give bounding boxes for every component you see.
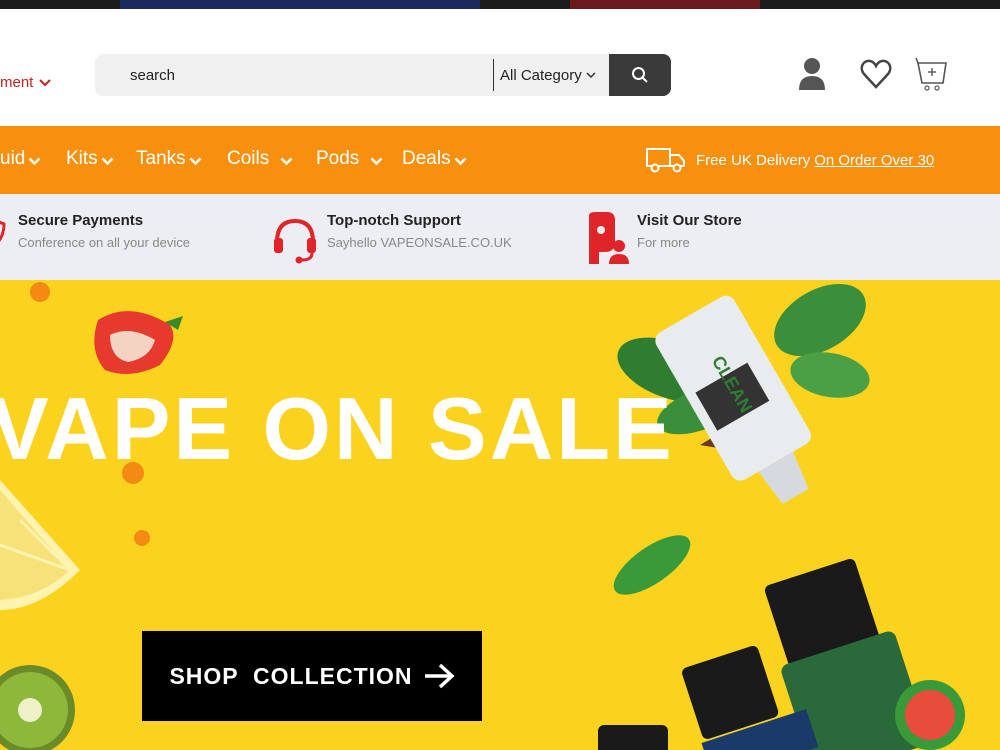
bottle-group-image xyxy=(598,558,965,750)
category-select-label: All Category xyxy=(500,66,582,84)
feature-store: Visit Our Store For more xyxy=(637,212,742,250)
nav-item-coils[interactable]: Coils xyxy=(227,148,293,170)
feature-support: Top-notch Support Sayhello VAPEONSALE.CO… xyxy=(327,212,512,250)
arrow-right-icon xyxy=(424,663,455,689)
nav-item-tanks[interactable]: Tanks xyxy=(136,148,202,170)
feature-title: Visit Our Store xyxy=(637,212,742,229)
nav-item-deals[interactable]: Deals xyxy=(402,148,467,170)
feature-subtitle: Sayhello VAPEONSALE.CO.UK xyxy=(327,235,512,250)
wishlist-button[interactable] xyxy=(858,54,894,94)
nav-item-label: Deals xyxy=(402,148,451,169)
search-divider xyxy=(493,59,494,91)
chevron-down-icon xyxy=(454,157,466,165)
store-icon xyxy=(589,212,629,264)
feature-subtitle: For more xyxy=(637,235,690,250)
feature-secure-payments: Secure Payments Conference on all your d… xyxy=(18,212,190,250)
user-icon xyxy=(799,58,825,90)
chevron-down-icon xyxy=(101,157,114,165)
feature-title: Secure Payments xyxy=(18,212,144,229)
shop-collection-button[interactable]: SHOP COLLECTION xyxy=(142,631,482,721)
search-input[interactable] xyxy=(115,54,485,96)
strawberry-image xyxy=(94,311,183,374)
delivery-link[interactable]: On Order Over 30 xyxy=(814,152,934,169)
nav-item-pods[interactable]: Pods xyxy=(316,148,383,170)
account-dropdown-label: ment xyxy=(0,74,34,91)
shield-icon xyxy=(0,220,6,242)
top-banner-strip xyxy=(0,0,1000,9)
nav-item-label: Tanks xyxy=(136,148,186,169)
headset-icon xyxy=(274,218,316,264)
heart-icon xyxy=(860,59,892,89)
account-button[interactable] xyxy=(794,54,830,94)
delivery-text: Free UK Delivery On Order Over 30 xyxy=(696,151,935,169)
search-button[interactable] xyxy=(609,54,671,96)
main-nav: uid Kits Tanks Coils Pods Deals Free UK … xyxy=(0,126,1000,194)
hero-banner: CLEAN VAPE ON SALE SHOP COLLECTION xyxy=(0,280,1000,750)
chevron-down-icon xyxy=(189,157,202,165)
chevron-down-icon xyxy=(39,78,52,86)
search-icon xyxy=(632,67,648,83)
lemon-image xyxy=(0,480,80,610)
delivery-info: Free UK Delivery On Order Over 30 xyxy=(646,146,934,174)
basket-icon xyxy=(915,57,947,91)
nav-item-label: Pods xyxy=(316,148,360,169)
site-header: ment All Category xyxy=(0,9,1000,126)
chevron-down-icon xyxy=(280,157,293,165)
shop-collection-label: SHOP COLLECTION xyxy=(169,662,413,689)
nav-item-label: Kits xyxy=(66,148,98,169)
kiwi-image xyxy=(0,665,75,750)
features-bar: Secure Payments Conference on all your d… xyxy=(0,194,1000,280)
feature-title: Top-notch Support xyxy=(327,212,461,229)
nav-item-label: uid xyxy=(0,148,26,169)
nav-item-label: Coils xyxy=(227,148,270,169)
feature-subtitle: Conference on all your device xyxy=(18,235,190,250)
account-dropdown[interactable]: ment xyxy=(0,74,52,91)
category-select[interactable]: All Category xyxy=(500,54,610,96)
nav-item-eliquid[interactable]: uid xyxy=(0,148,41,170)
chevron-down-icon xyxy=(370,157,383,165)
search-bar: All Category xyxy=(95,54,671,96)
nav-item-kits[interactable]: Kits xyxy=(66,148,114,170)
hero-title: VAPE ON SALE xyxy=(0,379,675,478)
chevron-down-icon xyxy=(28,157,41,165)
truck-icon xyxy=(646,148,685,173)
cart-button[interactable] xyxy=(914,54,950,94)
chevron-down-icon xyxy=(586,71,596,78)
leaf-image xyxy=(613,535,691,595)
